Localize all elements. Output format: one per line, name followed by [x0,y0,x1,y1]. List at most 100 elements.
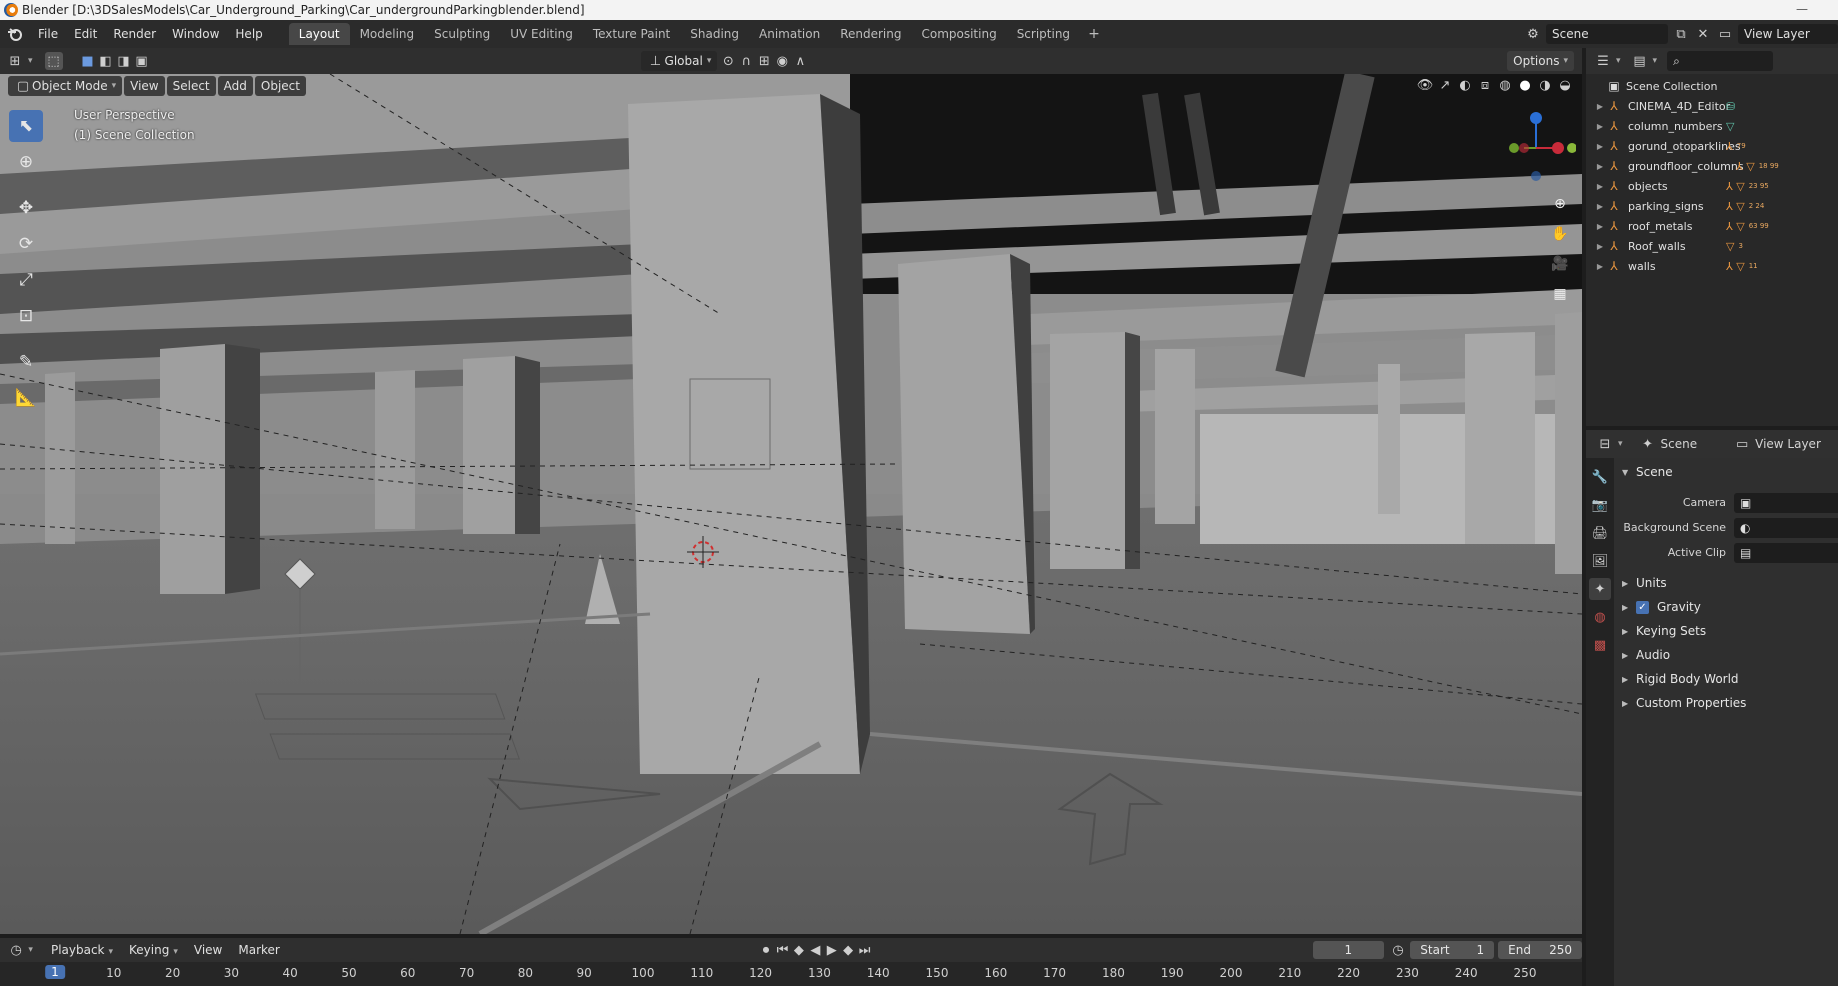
outliner-search-input[interactable]: ⌕ [1667,51,1774,71]
timeline-editor-type-icon[interactable]: ◷ [8,941,24,959]
scene-selector-icon[interactable]: ⚙ [1524,25,1542,43]
expand-right-icon[interactable]: ▶ [1594,222,1606,231]
menu-object[interactable]: Object [254,76,306,96]
tab-layout[interactable]: Layout [288,23,350,45]
display-mode-icon[interactable]: ▤ [1631,52,1649,70]
gravity-checkbox[interactable]: ✓ [1636,600,1649,614]
menu-add[interactable]: Add [217,76,253,96]
outliner-item[interactable]: ▶ ⅄ CINEMA_4D_Editor ⛁ [1586,96,1838,116]
properties-view-layer-label[interactable]: View Layer [1755,437,1821,451]
material-shading-icon[interactable]: ◑ [1536,76,1554,94]
properties-editor-type-icon[interactable]: ⊟ [1596,435,1614,453]
scale-tool-icon[interactable]: ⤢ [9,264,43,296]
tab-modeling[interactable]: Modeling [350,23,425,45]
minimize-button[interactable]: — [1796,2,1808,16]
expand-right-icon[interactable]: ▶ [1594,262,1606,271]
menu-view[interactable]: View [124,76,165,96]
annotate-tool-icon[interactable]: ✎ [9,346,43,378]
gizmo-toggle-icon[interactable]: ↗ [1436,76,1454,94]
units-panel-header[interactable]: ▶ Units [1614,571,1838,595]
outliner-item[interactable]: ▶ ⅄ roof_metals ⅄ ▽ 63 99 [1586,216,1838,236]
scene-collection-row[interactable]: ▣ Scene Collection [1586,76,1838,96]
tab-sculpting[interactable]: Sculpting [424,23,500,45]
blender-menu-icon[interactable] [4,23,26,45]
outliner-item[interactable]: ▶ ⅄ groundfloor_columns ⅄ ▽ 18 99 [1586,156,1838,176]
expand-right-icon[interactable]: ▶ [1594,182,1606,191]
expand-right-icon[interactable]: ▶ [1594,142,1606,151]
menu-render[interactable]: Render [105,25,164,43]
overlay-toggle-icon[interactable]: ◐ [1456,76,1474,94]
3d-viewport[interactable]: ▢ Object Mode ▾ View Select Add Object 👁 ↗… [0,74,1582,934]
rotate-tool-icon[interactable]: ⟳ [9,228,43,260]
camera-field[interactable]: ▣ [1734,492,1838,513]
outliner-item[interactable]: ▶ ⅄ Roof_walls ▽ 3 [1586,236,1838,256]
view-layer-field[interactable]: View Layer [1738,24,1838,44]
scene-props-tab-icon[interactable]: ✦ [1589,578,1611,600]
snap-icon[interactable]: ∩ [737,52,755,70]
add-workspace-icon[interactable]: + [1080,24,1108,44]
zoom-icon[interactable]: ⊕ [1548,192,1572,216]
jump-start-icon[interactable]: ⏮ [774,941,790,959]
menu-help[interactable]: Help [227,25,270,43]
rendered-shading-icon[interactable]: ◒ [1556,76,1574,94]
expand-right-icon[interactable]: ▶ [1594,242,1606,251]
menu-file[interactable]: File [30,25,66,43]
record-icon[interactable]: ⏺ [758,941,774,959]
editor-type-chevron-icon[interactable]: ▾ [28,56,33,66]
navigation-gizmo[interactable] [1496,104,1576,184]
move-tool-icon[interactable]: ✥ [9,192,43,224]
tab-uv-editing[interactable]: UV Editing [500,23,583,45]
outliner-item[interactable]: ▶ ⅄ column_numbers ▽ [1586,116,1838,136]
timeline-menu-keying[interactable]: Keying ▾ [121,941,186,959]
outliner-item[interactable]: ▶ ⅄ objects ⅄ ▽ 23 95 [1586,176,1838,196]
wireframe-shading-icon[interactable]: ◍ [1496,76,1514,94]
play-reverse-icon[interactable]: ◀ [807,941,823,959]
solid-shading-icon[interactable]: ● [1516,76,1534,94]
new-scene-icon[interactable]: ⧉ [1672,25,1690,43]
expand-right-icon[interactable]: ▶ [1594,122,1606,131]
measure-tool-icon[interactable]: 📐 [9,382,43,414]
rigid-body-world-panel-header[interactable]: ▶ Rigid Body World [1614,667,1838,691]
editor-type-icon[interactable]: ⊞ [6,52,24,70]
tab-shading[interactable]: Shading [680,23,749,45]
gravity-panel-header[interactable]: ▶ ✓ Gravity [1614,595,1838,619]
world-tab-icon[interactable]: ◍ [1589,606,1611,628]
cursor-tool-icon[interactable]: ⊕ [9,146,43,178]
outliner-item[interactable]: ▶ ⅄ parking_signs ⅄ ▽ 2 24 [1586,196,1838,216]
custom-properties-panel-header[interactable]: ▶ Custom Properties [1614,691,1838,715]
menu-edit[interactable]: Edit [66,25,105,43]
render-tab-icon[interactable]: 📷 [1589,494,1611,516]
select-subtract-icon[interactable]: ◨ [115,52,133,70]
outliner-editor-chevron-icon[interactable]: ▾ [1616,56,1621,66]
tab-scripting[interactable]: Scripting [1007,23,1080,45]
outliner-editor-type-icon[interactable]: ☰ [1594,52,1612,70]
camera-view-icon[interactable]: 🎥 [1548,252,1572,276]
select-tool-icon[interactable]: ⬉ [9,110,43,142]
keying-sets-panel-header[interactable]: ▶ Keying Sets [1614,619,1838,643]
tab-animation[interactable]: Animation [749,23,830,45]
snap-target-icon[interactable]: ⊞ [755,52,773,70]
timeline-menu-view[interactable]: View [186,941,230,959]
start-frame-field[interactable]: Start 1 [1410,941,1495,959]
mode-dropdown[interactable]: ▢ Object Mode ▾ [8,76,123,96]
texture-tab-icon[interactable]: ▩ [1589,634,1611,656]
active-clip-field[interactable]: ▤ [1734,542,1838,563]
menu-select[interactable]: Select [166,76,216,96]
expand-right-icon[interactable]: ▶ [1594,102,1606,111]
display-mode-chevron-icon[interactable]: ▾ [1653,56,1658,66]
outliner-item[interactable]: ▶ ⅄ walls ⅄ ▽ 11 [1586,256,1838,276]
select-box-tool-icon[interactable]: ⬚ [44,52,63,70]
ortho-toggle-icon[interactable]: ▦ [1548,282,1572,306]
options-dropdown[interactable]: Options ▾ [1507,51,1574,71]
tab-compositing[interactable]: Compositing [911,23,1006,45]
end-frame-field[interactable]: End 250 [1498,941,1583,959]
jump-keyframe-forward-icon[interactable]: ◆ [840,941,856,959]
outliner-item[interactable]: ▶ ⅄ gorund_otoparklines ⅄ 79 [1586,136,1838,156]
proportional-editing-icon[interactable]: ◉ [773,52,791,70]
pivot-point-icon[interactable]: ⊙ [719,52,737,70]
view-layer-props-tab-icon[interactable]: 🖼 [1589,550,1611,572]
transform-tool-icon[interactable]: ⊡ [9,300,43,332]
jump-keyframe-back-icon[interactable]: ◆ [791,941,807,959]
jump-end-icon[interactable]: ⏭ [856,941,872,959]
delete-scene-icon[interactable]: ✕ [1694,25,1712,43]
